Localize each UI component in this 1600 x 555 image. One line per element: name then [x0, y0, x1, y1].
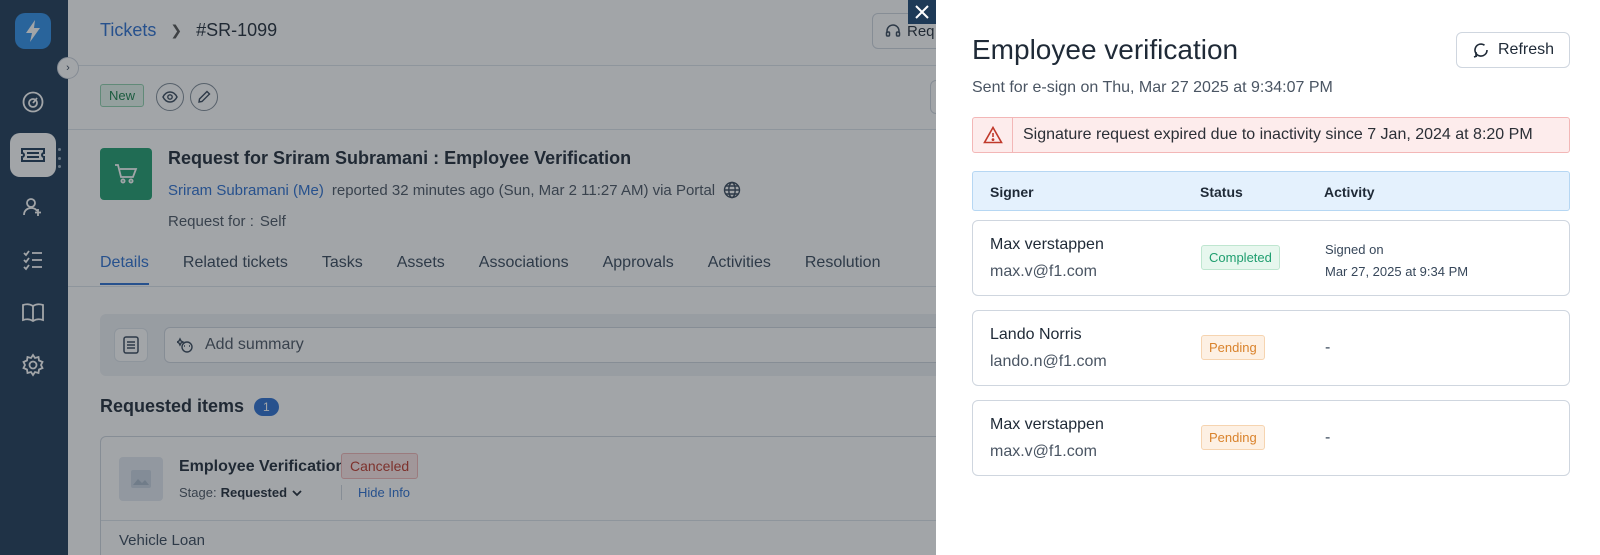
signer-row: Max verstappen max.v@f1.com Pending - — [972, 400, 1570, 476]
esign-drawer: Employee verification Sent for e-sign on… — [936, 0, 1600, 555]
expired-alert: Signature request expired due to inactiv… — [972, 117, 1570, 153]
close-drawer-icon[interactable] — [908, 0, 936, 24]
signer-name: Max verstappen — [990, 236, 1104, 253]
signer-name: Lando Norris — [990, 326, 1082, 343]
signer-activity: Signed on Mar 27, 2025 at 9:34 PM — [1325, 239, 1468, 283]
signer-row: Lando Norris lando.n@f1.com Pending - — [972, 310, 1570, 386]
refresh-icon — [1473, 43, 1488, 58]
signer-row: Max verstappen max.v@f1.com Completed Si… — [972, 220, 1570, 296]
signer-status-badge: Pending — [1201, 425, 1265, 450]
drawer-subtitle: Sent for e-sign on Thu, Mar 27 2025 at 9… — [972, 79, 1333, 96]
column-activity: Activity — [1324, 184, 1375, 200]
activity-timestamp: Mar 27, 2025 at 9:34 PM — [1325, 264, 1469, 279]
signer-status-badge: Pending — [1201, 335, 1265, 360]
drawer-title: Employee verification — [972, 34, 1239, 65]
refresh-button[interactable]: Refresh — [1456, 32, 1570, 68]
column-status: Status — [1200, 184, 1243, 200]
alert-text: Signature request expired due to inactiv… — [1023, 126, 1533, 143]
signer-email: max.v@f1.com — [990, 443, 1097, 460]
signer-email: max.v@f1.com — [990, 263, 1097, 280]
column-signer: Signer — [990, 184, 1034, 200]
signer-name: Max verstappen — [990, 416, 1104, 433]
signer-table-header: Signer Status Activity — [972, 171, 1570, 211]
signer-email: lando.n@f1.com — [990, 353, 1107, 370]
signer-status-badge: Completed — [1201, 245, 1280, 270]
signer-activity: - — [1325, 429, 1331, 446]
refresh-label: Refresh — [1497, 41, 1555, 58]
warning-triangle-icon — [973, 118, 1013, 152]
activity-line: Signed on — [1325, 242, 1384, 257]
modal-backdrop[interactable] — [0, 0, 936, 555]
signer-activity: - — [1325, 339, 1331, 356]
